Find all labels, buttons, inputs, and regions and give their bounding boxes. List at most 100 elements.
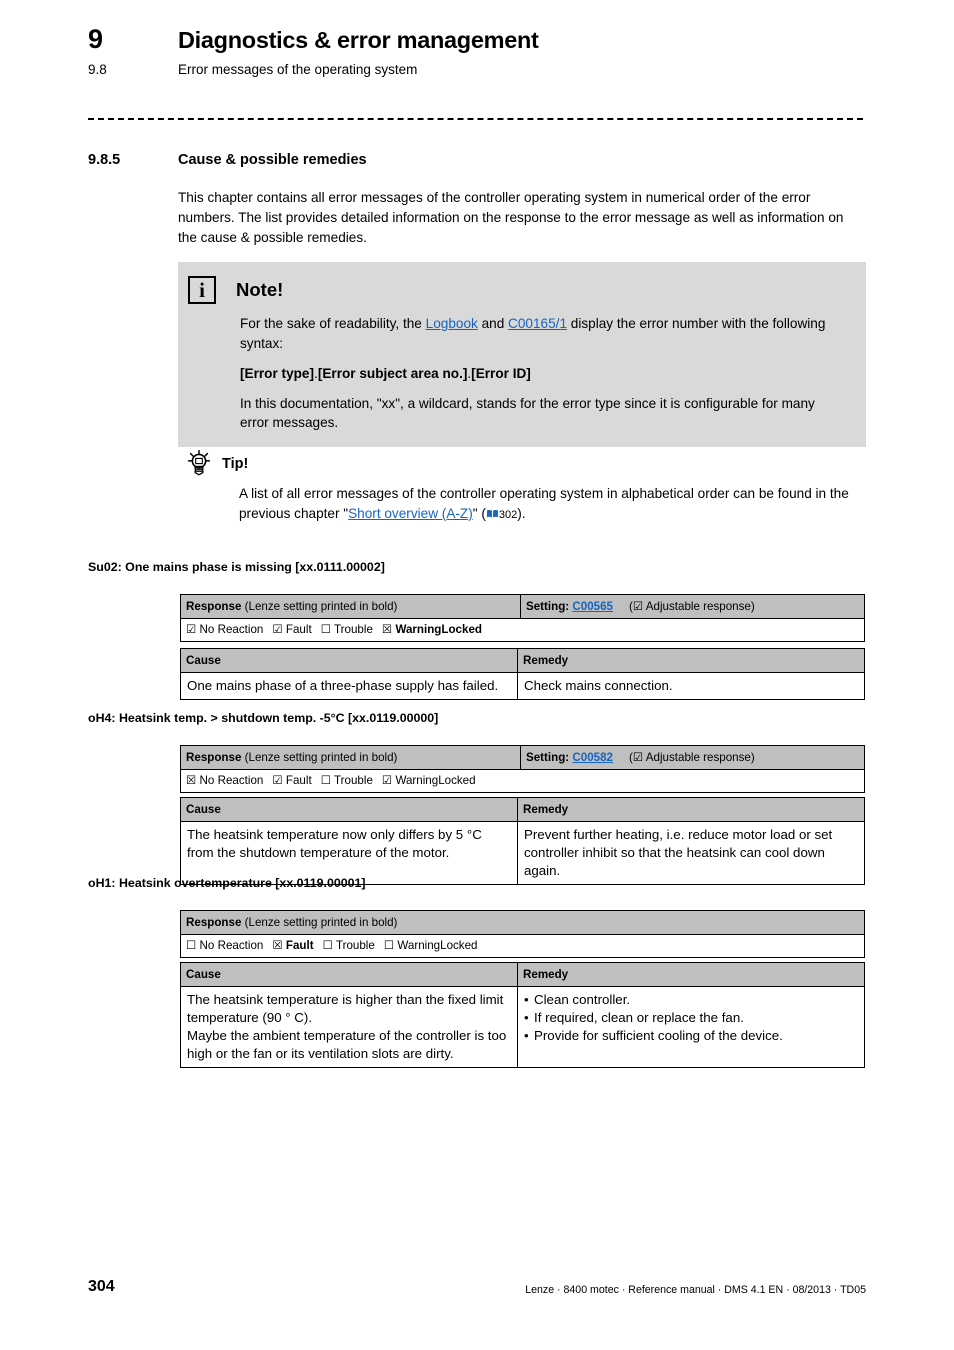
cause-header-oh1: Cause — [180, 961, 518, 988]
remedy-header-oh4: Remedy — [517, 796, 865, 823]
response-option[interactable]: ☐ Trouble — [323, 938, 375, 953]
checkbox-icon: ☒ — [272, 938, 283, 953]
syntax-subject-area: [Error subject area no.] — [317, 365, 468, 381]
response-table-oh4: Response (Lenze setting printed in bold)… — [180, 744, 865, 793]
response-option-label: WarningLocked — [395, 774, 476, 788]
response-option-label: Fault — [285, 623, 312, 637]
response-header-note: (Lenze setting printed in bold) — [244, 600, 398, 613]
response-option[interactable]: ☑ Fault — [272, 773, 312, 788]
response-option-label: No Reaction — [199, 774, 264, 788]
short-overview-link[interactable]: Short overview (A-Z) — [348, 506, 473, 521]
table-row: Cause Remedy — [180, 647, 865, 674]
cause-header-oh4: Cause — [180, 796, 518, 823]
note-header: i Note! — [178, 276, 866, 304]
response-header-note: (Lenze setting printed in bold) — [244, 916, 398, 929]
lightbulb-icon — [187, 450, 211, 476]
tip-title: Tip! — [222, 456, 249, 472]
tip-header: Tip! — [184, 450, 874, 478]
tip-text-after: " ( — [472, 505, 486, 521]
cause-cell-su02: One mains phase of a three-phase supply … — [180, 672, 518, 701]
list-item: Clean controller. — [524, 991, 858, 1009]
response-header-label: Response — [186, 751, 242, 764]
logbook-link[interactable]: Logbook — [426, 316, 478, 331]
remedy-list: Clean controller. If required, clean or … — [524, 991, 858, 1044]
remedy-cell-su02: Check mains connection. — [517, 672, 865, 701]
setting-link-c00582[interactable]: C00582 — [572, 751, 613, 764]
response-table-oh1: Response (Lenze setting printed in bold)… — [180, 909, 865, 958]
response-header-cell-su02: Response (Lenze setting printed in bold) — [180, 593, 521, 620]
header-section-number: 9.8 — [88, 62, 107, 77]
response-option[interactable]: ☒ Fault — [272, 938, 314, 953]
setting-link-c00565[interactable]: C00565 — [572, 600, 613, 613]
section-number: 9.8.5 — [88, 152, 121, 168]
syntax-error-id: [Error ID] — [471, 365, 531, 381]
note-body: For the sake of readability, the Logbook… — [178, 314, 866, 433]
checkbox-icon: ☐ — [186, 938, 197, 953]
checkbox-icon: ☒ — [186, 773, 197, 788]
response-header-note: (Lenze setting printed in bold) — [244, 751, 398, 764]
header-section-row: 9.8 Error messages of the operating syst… — [88, 62, 878, 77]
response-option-label: WarningLocked — [397, 939, 478, 953]
adjustable-response-note: (☑ Adjustable response) — [629, 599, 755, 613]
note-title: Note! — [236, 279, 284, 300]
cause-cell-oh4: The heatsink temperature now only differ… — [180, 821, 518, 885]
response-option-label: Trouble — [335, 939, 375, 953]
note-paragraph-2: In this documentation, "xx", a wildcard,… — [240, 395, 815, 431]
checkbox-icon: ☑ — [272, 622, 283, 637]
adjustable-text: Adjustable response — [645, 751, 751, 764]
table-row: Response (Lenze setting printed in bold) — [180, 909, 865, 936]
checkbox-icon: ☑ — [186, 622, 197, 637]
table-row: Cause Remedy — [180, 961, 865, 988]
checkbox-icon: ☐ — [320, 773, 331, 788]
chapter-title: Diagnostics & error management — [178, 27, 539, 53]
table-row: ☑ No Reaction ☑ Fault ☐ Trouble ☒ WarningLo… — [180, 618, 865, 642]
response-option[interactable]: ☑ No Reaction — [186, 622, 263, 637]
response-option[interactable]: ☒ WarningLocked — [382, 622, 482, 637]
error-title-oh1: oH1: Heatsink overtemperature [xx.0119.0… — [88, 876, 366, 890]
remedy-header-oh1: Remedy — [517, 961, 865, 988]
setting-label: Setting: — [526, 751, 570, 764]
response-option[interactable]: ☒ No Reaction — [186, 773, 264, 788]
tip-block: Tip! A list of all error messages of the… — [184, 450, 874, 524]
adjustable-text: Adjustable response — [645, 600, 751, 613]
list-item: Provide for sufficient cooling of the de… — [524, 1027, 858, 1045]
table-row: Response (Lenze setting printed in bold)… — [180, 744, 865, 771]
response-option-label: Fault — [285, 939, 314, 953]
cause-remedy-table-su02: Cause Remedy One mains phase of a three-… — [180, 647, 865, 701]
response-option[interactable]: ☑ WarningLocked — [382, 773, 476, 788]
response-option-label: WarningLocked — [395, 623, 482, 637]
table-row: ☒ No Reaction ☑ Fault ☐ Trouble ☑ WarningLo… — [180, 769, 865, 793]
response-options-su02: ☑ No Reaction ☑ Fault ☐ Trouble ☒ WarningLo… — [180, 618, 865, 642]
response-header-label: Response — [186, 916, 242, 929]
cause-paragraph: Maybe the ambient temperature of the con… — [187, 1027, 507, 1061]
section-heading: 9.8.5 Cause & possible remedies — [88, 152, 878, 168]
tip-text-before: A list of all error messages of the cont… — [239, 486, 849, 521]
header-chapter-row: 9 Diagnostics & error management — [88, 24, 878, 55]
response-option-label: Fault — [285, 774, 312, 788]
header-divider — [88, 118, 863, 120]
note-box: i Note! For the sake of readability, the… — [178, 262, 866, 448]
page-header: 9 Diagnostics & error management 9.8 Err… — [88, 24, 878, 77]
response-table-su02: Response (Lenze setting printed in bold)… — [180, 593, 865, 642]
response-header-cell-oh1: Response (Lenze setting printed in bold) — [180, 909, 865, 936]
note-paragraph-1: For the sake of readability, the Logbook… — [240, 314, 844, 354]
response-option[interactable]: ☐ Trouble — [321, 622, 373, 636]
tip-page-ref: 302 — [498, 508, 518, 521]
response-option[interactable]: ☐ WarningLocked — [384, 938, 478, 953]
response-option[interactable]: ☑ Fault — [272, 622, 312, 637]
setting-label: Setting: — [526, 600, 570, 613]
footer-page-number: 304 — [88, 1278, 115, 1295]
error-title-oh4: oH4: Heatsink temp. > shutdown temp. -5°… — [88, 711, 439, 725]
note-syntax-line: [Error type].[Error subject area no.].[E… — [240, 364, 844, 384]
cause-remedy-table-oh4: Cause Remedy The heatsink temperature no… — [180, 796, 865, 885]
response-option-label: No Reaction — [199, 939, 264, 953]
response-option[interactable]: ☐ Trouble — [320, 773, 373, 788]
response-option[interactable]: ☐ No Reaction — [186, 938, 264, 953]
table-row: Cause Remedy — [180, 796, 865, 823]
adjustable-checkbox-icon: ☑ — [632, 750, 644, 764]
remedy-cell-oh4: Prevent further heating, i.e. reduce mot… — [517, 821, 865, 885]
note-text-mid: and — [477, 316, 509, 331]
c00165-link[interactable]: C00165/1 — [508, 316, 567, 331]
checkbox-icon: ☑ — [272, 773, 283, 788]
cause-header-su02: Cause — [180, 647, 518, 674]
